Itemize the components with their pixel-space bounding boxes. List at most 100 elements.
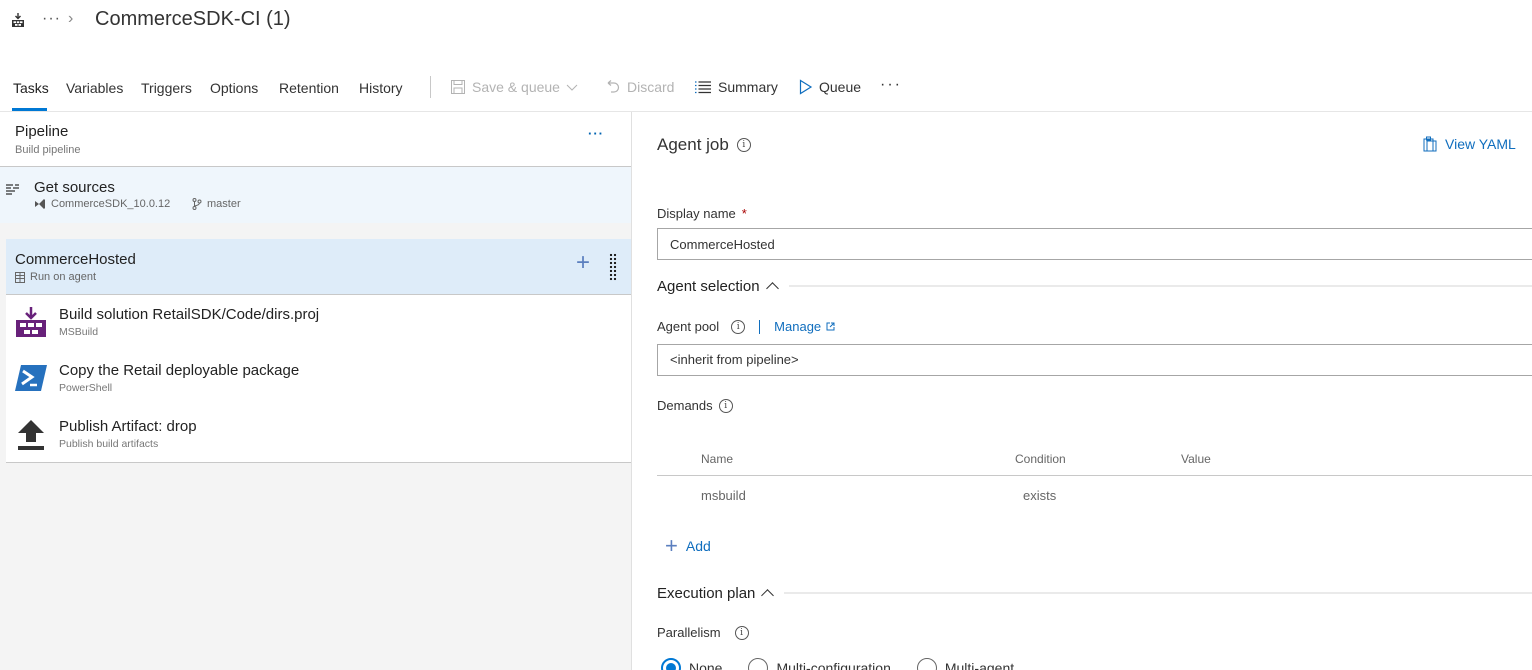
tab-bar: Tasks Variables Triggers Options Retenti… <box>0 70 1532 112</box>
breadcrumb-more-button[interactable]: ··· <box>42 10 61 28</box>
section-divider <box>788 285 1532 287</box>
task-title: Publish Artifact: drop <box>59 418 197 435</box>
info-icon[interactable]: i <box>736 138 751 152</box>
summary-button[interactable]: Summary <box>694 79 778 95</box>
agent-job-node[interactable]: CommerceHosted Run on agent + <box>6 239 631 295</box>
summary-label: Summary <box>718 79 778 95</box>
agent-server-icon <box>15 271 25 283</box>
parallelism-label: Parallelism <box>657 625 721 640</box>
pipeline-more-button[interactable]: ··· <box>588 126 604 141</box>
add-task-button[interactable]: + <box>576 251 590 275</box>
queue-button[interactable]: Queue <box>799 79 861 95</box>
get-sources-icon <box>6 184 19 195</box>
discard-label: Discard <box>627 79 675 95</box>
separator <box>759 319 761 334</box>
tab-variables[interactable]: Variables <box>66 80 123 96</box>
clipboard-icon <box>1423 136 1437 152</box>
demands-table-header: Name Condition Value <box>657 448 1532 476</box>
queue-label: Queue <box>819 79 862 95</box>
section-divider <box>784 592 1532 594</box>
tab-options[interactable]: Options <box>210 80 258 96</box>
repository-name: CommerceSDK_10.0.12 <box>51 198 171 210</box>
agent-pool-label-row: Agent pool i Manage <box>657 319 835 334</box>
info-icon[interactable]: i <box>734 625 749 640</box>
demands-label-row: Demands i <box>657 398 733 413</box>
task-subtitle: Publish build artifacts <box>59 438 159 450</box>
demands-label: Demands <box>657 398 713 413</box>
agent-job-subtitle: Run on agent <box>15 271 96 283</box>
column-header-condition: Condition <box>1015 452 1066 466</box>
task-title: Build solution RetailSDK/Code/dirs.proj <box>59 306 320 323</box>
task-item-publish-artifact[interactable]: Publish Artifact: drop Publish build art… <box>6 407 631 463</box>
page-title: CommerceSDK-CI (1) <box>95 8 291 30</box>
get-sources-title: Get sources <box>34 179 115 196</box>
table-row[interactable]: msbuild exists <box>657 484 1532 512</box>
task-title: Copy the Retail deployable package <box>59 362 300 379</box>
execution-plan-section: Execution plan <box>657 583 1532 603</box>
task-subtitle: MSBuild <box>59 326 99 338</box>
display-name-label: Display name * <box>657 206 747 221</box>
details-header: Agent job i <box>657 135 751 155</box>
plus-icon: + <box>665 533 678 558</box>
undo-icon <box>607 80 620 93</box>
radio-none[interactable]: None <box>661 658 722 670</box>
info-icon[interactable]: i <box>731 319 746 334</box>
play-icon <box>799 79 813 95</box>
radio-multi-agent[interactable]: Multi-agent <box>916 658 1014 670</box>
parallelism-radio-group: None Multi-configuration Multi-agent <box>661 658 1014 670</box>
discard-button[interactable]: Discard <box>605 79 674 95</box>
info-icon[interactable]: i <box>718 398 733 413</box>
tab-triggers[interactable]: Triggers <box>141 80 192 96</box>
pipeline-node[interactable]: Pipeline Build pipeline ··· <box>0 112 631 167</box>
column-header-value: Value <box>1181 452 1211 466</box>
branch-icon <box>192 198 202 210</box>
task-item-msbuild[interactable]: Build solution RetailSDK/Code/dirs.proj … <box>6 295 631 351</box>
task-item-powershell[interactable]: Copy the Retail deployable package Power… <box>6 351 631 407</box>
msbuild-icon <box>16 307 46 337</box>
tab-retention[interactable]: Retention <box>279 80 339 96</box>
task-subtitle: PowerShell <box>59 382 113 394</box>
agent-selection-section: Agent selection <box>657 276 1532 296</box>
save-icon <box>451 80 465 94</box>
view-yaml-button[interactable]: View YAML <box>1423 136 1516 152</box>
upload-icon <box>18 420 44 450</box>
save-queue-label: Save & queue <box>472 79 560 95</box>
branch-info: master <box>192 198 241 210</box>
toolbar-divider <box>430 76 431 98</box>
agent-pool-select[interactable]: <inherit from pipeline> <box>657 344 1532 376</box>
parallelism-label-row: Parallelism i <box>657 625 749 640</box>
demand-condition[interactable]: exists <box>1023 488 1056 503</box>
collapse-chevron-icon[interactable] <box>761 589 775 602</box>
agent-job-title: CommerceHosted <box>15 251 136 268</box>
tab-history[interactable]: History <box>359 80 403 96</box>
branch-name: master <box>207 198 241 210</box>
radio-multi-configuration[interactable]: Multi-configuration <box>748 658 891 670</box>
column-header-name: Name <box>701 452 734 466</box>
add-demand-button[interactable]: + Add <box>665 535 711 557</box>
execution-plan-heading: Execution plan <box>657 584 756 602</box>
task-list: Build solution RetailSDK/Code/dirs.proj … <box>6 295 631 463</box>
manage-link[interactable]: Manage <box>774 319 835 334</box>
pipeline-tree-pane: Pipeline Build pipeline ··· Get sources … <box>0 112 632 670</box>
details-title: Agent job <box>657 135 729 154</box>
drag-handle-icon[interactable] <box>609 253 617 281</box>
active-tab-indicator <box>12 108 47 111</box>
toolbar-more-button[interactable]: ··· <box>880 76 902 94</box>
visual-studio-icon <box>35 199 45 209</box>
collapse-chevron-icon[interactable] <box>765 282 779 295</box>
list-icon <box>695 81 711 94</box>
display-name-input[interactable] <box>657 228 1532 260</box>
job-details-pane: Agent job i View YAML Display name* Agen… <box>633 112 1532 670</box>
save-queue-button[interactable]: Save & queue <box>450 79 578 95</box>
pipeline-title: Pipeline <box>15 123 69 140</box>
get-sources-node[interactable]: Get sources CommerceSDK_10.0.12 master <box>0 167 631 223</box>
external-link-icon <box>826 322 835 331</box>
page-header: ··· › CommerceSDK-CI (1) <box>0 0 1532 44</box>
demand-name[interactable]: msbuild <box>701 488 746 503</box>
powershell-icon <box>15 365 47 391</box>
agent-selection-heading: Agent selection <box>657 277 760 295</box>
tab-tasks[interactable]: Tasks <box>13 80 49 96</box>
build-pipeline-icon <box>12 13 24 27</box>
view-yaml-label: View YAML <box>1445 136 1516 152</box>
agent-pool-label: Agent pool <box>657 319 720 334</box>
